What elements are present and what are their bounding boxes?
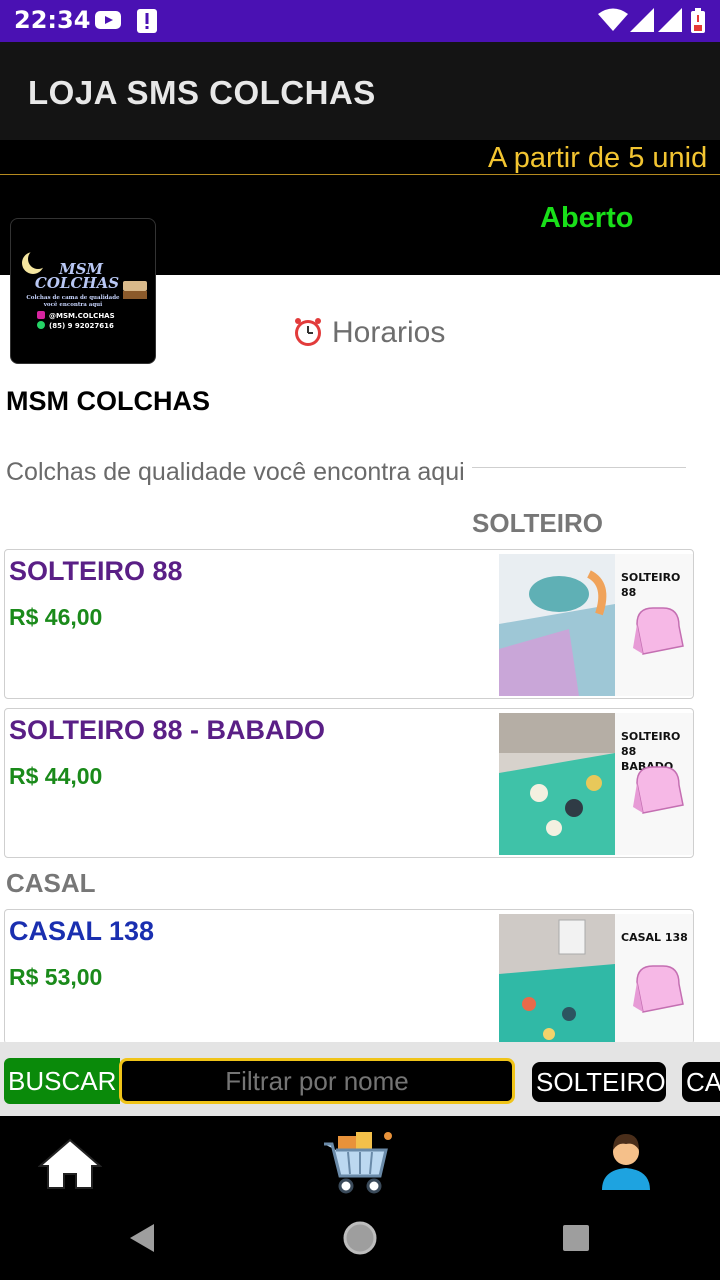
store-logo: MSM COLCHAS Colchas de cama de qualidade… [10,218,156,364]
battery-low-icon [690,8,706,39]
bottom-navigation [0,1116,720,1210]
search-button[interactable]: BUSCAR [4,1058,120,1104]
signal-icon-1 [630,8,654,37]
bed-icon [633,766,684,814]
category-title-casal: CASAL [6,868,96,898]
back-icon[interactable] [128,1222,158,1259]
signal-icon-2 [658,8,682,37]
status-bar: 22:34 [0,0,720,42]
bed-icon [633,965,684,1013]
product-card[interactable]: CASAL 138 R$ 53,00 CASAL 138 [4,909,694,1044]
logo-tagline-1: Colchas de cama de qualidade [26,295,120,301]
home-circle-icon[interactable] [342,1220,378,1261]
home-icon[interactable] [37,1136,103,1197]
logo-whatsapp: (85) 9 92027616 [49,322,114,330]
bedspread-photo [499,554,615,696]
product-name: SOLTEIRO 88 - BABADO [9,715,326,745]
youtube-notification-icon [94,8,122,37]
hours-label: Horarios [332,316,446,349]
product-image: CASAL 138 [499,914,693,1044]
product-card[interactable]: SOLTEIRO 88 - BABADO R$ 44,00 SOLTEIRO 8… [4,708,694,858]
store-name: MSM COLCHAS [6,386,210,416]
alert-notification-icon [136,8,158,39]
system-navigation [0,1210,720,1280]
bedspread-photo [499,914,615,1044]
filter-bar: BUSCAR SOLTEIRO CA [0,1042,720,1116]
alarm-clock-icon [292,316,324,353]
open-status: Aberto [540,202,634,234]
category-chip-casal[interactable]: CA [682,1062,720,1102]
user-icon[interactable] [598,1130,654,1197]
product-card[interactable]: SOLTEIRO 88 R$ 46,00 SOLTEIRO 88 [4,549,694,699]
description-divider [472,467,686,468]
product-name: SOLTEIRO 88 [9,556,183,586]
logo-title-2: COLCHAS [35,274,119,292]
app-bar: LOJA SMS COLCHAS [0,42,720,140]
status-time: 22:34 [14,6,91,34]
logo-instagram: @MSM.COLCHAS [49,312,115,320]
category-chip-solteiro[interactable]: SOLTEIRO [532,1062,666,1102]
wifi-icon [598,8,628,37]
product-price: R$ 53,00 [9,964,103,990]
product-price: R$ 46,00 [9,604,103,630]
product-price: R$ 44,00 [9,763,103,789]
promo-marquee: A partir de 5 unid [0,140,720,174]
product-name: CASAL 138 [9,916,155,946]
store-description: Colchas de qualidade você encontra aqui [6,458,465,486]
product-image: SOLTEIRO 88 [499,554,693,696]
image-caption: SOLTEIRO 88 [621,571,681,599]
recents-icon[interactable] [562,1224,590,1257]
shopping-cart-icon[interactable] [322,1130,396,1201]
marquee-text: A partir de 5 unid [488,142,708,174]
bedspread-photo [499,713,615,855]
bed-icon [633,607,684,655]
logo-tagline-2: você encontra aqui [43,301,103,308]
category-title-solteiro: SOLTEIRO [472,508,603,538]
product-image: SOLTEIRO 88 BABADO [499,713,693,855]
app-title: LOJA SMS COLCHAS [28,74,376,111]
filter-input[interactable] [119,1058,515,1104]
logo-artwork: MSM COLCHAS Colchas de cama de qualidade… [22,249,147,330]
image-caption: CASAL 138 [621,931,688,944]
